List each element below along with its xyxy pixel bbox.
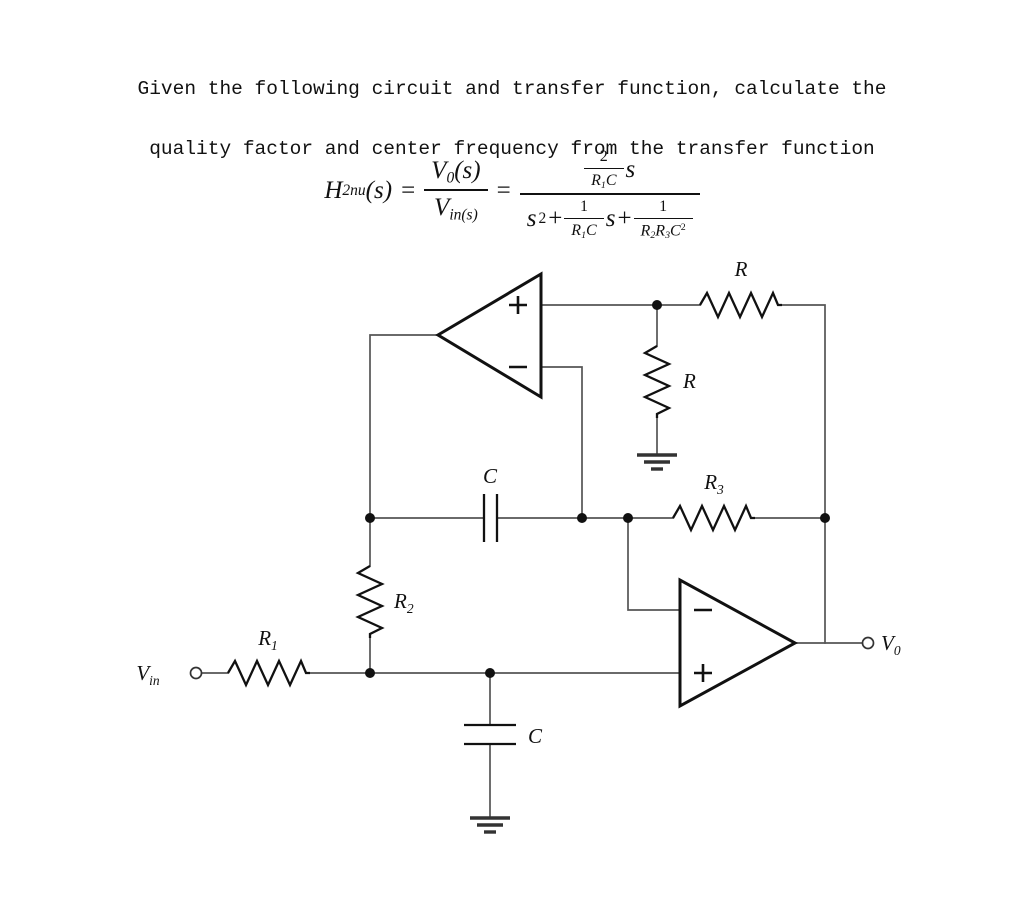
resistor-r2-label: R2 [393, 589, 414, 616]
ground-symbol-top [637, 453, 677, 471]
capacitor-c-shunt[interactable] [464, 723, 516, 746]
capacitor-c-shunt-label: C [528, 724, 543, 748]
denominator-second-fraction: 1 R2R3C2 [633, 197, 693, 241]
equation-rhs-numerator: 2 R1C s [577, 140, 642, 193]
equation-lhs-subscript: 2nu [342, 181, 366, 199]
circuit-problem-page: Given the following circuit and transfer… [0, 0, 1024, 911]
denominator-f2-c-exponent: 2 [680, 221, 686, 233]
opamp-top[interactable] [435, 271, 543, 400]
resistor-r2[interactable] [355, 565, 385, 638]
equation-voltage-ratio: V0(s) Vin(s) [424, 157, 488, 224]
ground-symbol-bottom [470, 816, 510, 834]
vout-terminal[interactable] [861, 636, 875, 650]
wire-opamp1-minus-to-mid-rail [540, 366, 583, 519]
junction-dot-mid-left [365, 513, 375, 523]
resistor-r3-label: R3 [703, 470, 724, 497]
numerator-c-symbol: C [605, 172, 617, 190]
equation-ratio-denominator: Vin(s) [427, 191, 485, 224]
vout-argument: (s) [454, 157, 481, 185]
junction-dot-input [365, 668, 375, 678]
denominator-plus-1: + [548, 205, 563, 233]
vin-label: Vin [136, 661, 160, 688]
equation-rhs-denominator: s2 + 1 R1C s + 1 R2R3C2 [520, 195, 700, 241]
numerator-coefficient-fraction: 2 R1C [584, 148, 624, 191]
vin-symbol: V [434, 193, 450, 221]
numerator-coefficient-top: 2 [599, 148, 608, 165]
vin-terminal[interactable] [189, 666, 203, 680]
resistor-r1-label: R1 [257, 626, 278, 653]
numerator-coefficient-bottom: R1C [584, 169, 623, 191]
equation-equals-2: = [496, 176, 511, 204]
resistor-r-shunt[interactable] [642, 345, 672, 418]
resistor-r3[interactable] [672, 503, 755, 533]
resistor-r-shunt-label: R [682, 369, 696, 393]
equation-lhs: H 2nu (s) [324, 177, 392, 205]
denominator-s-exponent: 2 [538, 210, 547, 228]
equation-equals-1: = [401, 176, 416, 204]
vin-subscript: in(s) [449, 206, 478, 224]
problem-statement-line-1: Given the following circuit and transfer… [137, 78, 887, 100]
vout-symbol: V [431, 157, 447, 185]
capacitor-c-series-label: C [483, 464, 498, 488]
denominator-f2-top: 1 [659, 197, 668, 215]
junction-dot-mid-branch [623, 513, 633, 523]
denominator-f1-top: 1 [580, 197, 588, 215]
equation-lhs-argument: (s) [365, 176, 393, 204]
vout-label: V0 [881, 631, 901, 658]
resistor-r-series-label: R [734, 257, 748, 281]
denominator-s-term: s [526, 205, 537, 233]
denominator-first-fraction: 1 R1C [564, 197, 604, 241]
wire-opamp1-output-to-mid-node [369, 334, 439, 519]
transfer-function-equation: H 2nu (s) = V0(s) Vin(s) = 2 R1C s s 2 +… [0, 140, 1024, 241]
denominator-plus-2: + [617, 205, 632, 233]
numerator-s-variable: s [625, 155, 636, 183]
junction-dot-divider [652, 300, 662, 310]
wire-branch-node-to-opamp2-minus [627, 517, 681, 611]
denominator-f1-s-variable: s [605, 205, 616, 233]
wire-rseries-right-to-right-rail [781, 304, 826, 519]
opamp-bottom[interactable] [678, 577, 799, 709]
junction-dot-shunt-cap [485, 668, 495, 678]
resistor-r-series[interactable] [699, 290, 782, 320]
equation-lhs-symbol: H [324, 176, 343, 204]
numerator-r1-symbol: R [591, 172, 601, 190]
equation-ratio-numerator: V0(s) [424, 157, 487, 189]
equation-rhs: 2 R1C s s2 + 1 R1C s + 1 R2R3C2 [519, 140, 700, 241]
junction-dot-mid-center [577, 513, 587, 523]
capacitor-c-series[interactable] [482, 494, 499, 542]
resistor-r1[interactable] [227, 658, 310, 688]
junction-dot-right-rail [820, 513, 830, 523]
circuit-diagram: R R C R3 R2 R1 C Vin V0 [136, 257, 901, 834]
